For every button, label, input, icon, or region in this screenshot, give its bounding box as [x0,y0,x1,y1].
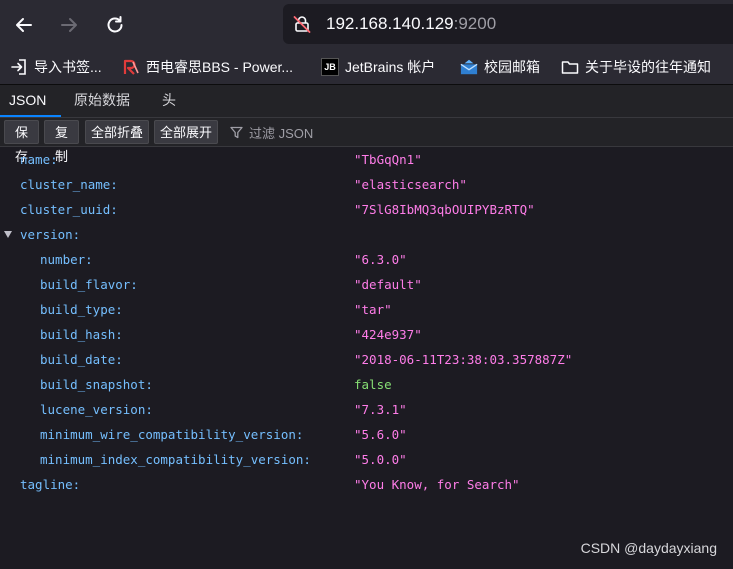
bookmark-campus-mail[interactable]: 校园邮箱 [460,56,540,78]
expand-triangle-icon[interactable] [4,231,12,238]
bookmark-label: 导入书签... [34,59,102,75]
json-key: version: [20,227,81,242]
json-value: "TbGqQn1" [354,152,422,167]
csdn-watermark: CSDN @daydayxiang [580,540,717,556]
url-text[interactable]: 192.168.140.129:9200 [326,14,496,34]
json-key: cluster_uuid: [20,202,118,217]
url-host: 192.168.140.129 [326,14,454,33]
bookmark-import[interactable]: 导入书签... [10,56,102,78]
json-row-build-snapshot[interactable]: build_snapshot: false [0,372,733,397]
insecure-lock-icon[interactable] [293,15,311,33]
json-key: minimum_index_compatibility_version: [40,452,311,467]
tab-raw-data[interactable]: 原始数据 [74,85,130,117]
jetbrains-logo-text: JB [324,62,336,72]
json-row-lucene-version[interactable]: lucene_version: "7.3.1" [0,397,733,422]
viewer-tabs: JSON 原始数据 头 [0,85,733,118]
forward-arrow-icon [61,18,77,32]
json-row-build-type[interactable]: build_type: "tar" [0,297,733,322]
collapse-all-button[interactable]: 全部折叠 [85,120,149,144]
bookmark-folder[interactable]: 关于毕设的往年通知 [561,56,711,78]
reload-icon [107,16,123,33]
json-row-min-wire-compat[interactable]: minimum_wire_compatibility_version: "5.6… [0,422,733,447]
json-row-build-hash[interactable]: build_hash: "424e937" [0,322,733,347]
json-key: build_date: [40,352,123,367]
back-arrow-icon [16,18,32,32]
json-value: "5.0.0" [354,452,407,467]
back-button[interactable] [8,9,40,41]
filter-placeholder: 过滤 JSON [249,125,314,141]
json-value: "default" [354,277,422,292]
json-row-tagline[interactable]: tagline: "You Know, for Search" [0,472,733,497]
bookmark-label: 西电睿思BBS - Power... [146,59,294,75]
url-port: :9200 [453,14,497,33]
json-key: number: [40,252,93,267]
mail-icon [460,58,478,76]
json-key: name: [20,152,58,167]
tab-json[interactable]: JSON [9,85,46,117]
json-key: minimum_wire_compatibility_version: [40,427,304,442]
json-value: "elasticsearch" [354,177,467,192]
json-key: lucene_version: [40,402,153,417]
json-key: build_flavor: [40,277,138,292]
json-row-build-date[interactable]: build_date: "2018-06-11T23:38:03.357887Z… [0,347,733,372]
json-row-name[interactable]: name: "TbGqQn1" [0,147,733,172]
json-row-cluster-name[interactable]: cluster_name: "elasticsearch" [0,172,733,197]
json-row-min-index-compat[interactable]: minimum_index_compatibility_version: "5.… [0,447,733,472]
browser-toolbar: 192.168.140.129:9200 [0,0,733,50]
url-bar[interactable]: 192.168.140.129:9200 [283,4,733,44]
json-action-bar: 保存 复制 全部折叠 全部展开 过滤 JSON [0,118,733,164]
json-value: "tar" [354,302,392,317]
bookmark-label: 校园邮箱 [484,59,540,75]
bookmark-rs-bbs[interactable]: 西电睿思BBS - Power... [122,56,293,78]
json-value: "2018-06-11T23:38:03.357887Z" [354,352,573,367]
json-value: "7SlG8IbMQ3qbOUIPYBzRTQ" [354,202,535,217]
json-value: "You Know, for Search" [354,477,520,492]
filter-json-input[interactable]: 过滤 JSON [230,120,313,144]
forward-button[interactable] [53,9,85,41]
filter-funnel-icon [230,126,243,138]
json-value: false [354,377,392,392]
tab-headers[interactable]: 头 [162,85,176,117]
json-key: tagline: [20,477,81,492]
json-key: build_type: [40,302,123,317]
bookmark-label: 关于毕设的往年通知 [585,59,711,75]
json-value: "5.6.0" [354,427,407,442]
rs-logo-icon [122,58,140,76]
expand-all-button[interactable]: 全部展开 [154,120,218,144]
active-tab-indicator [0,115,61,117]
jetbrains-logo-icon: JB [321,58,339,76]
json-value: "6.3.0" [354,252,407,267]
save-button[interactable]: 保存 [4,120,39,164]
bookmarks-bar: 导入书签... 西电睿思BBS - Power... JB JetBrains … [0,50,733,85]
json-row-build-flavor[interactable]: build_flavor: "default" [0,272,733,297]
json-row-version[interactable]: version: [0,222,733,247]
json-key: build_hash: [40,327,123,342]
json-row-number[interactable]: number: "6.3.0" [0,247,733,272]
folder-icon [561,58,579,76]
json-row-cluster-uuid[interactable]: cluster_uuid: "7SlG8IbMQ3qbOUIPYBzRTQ" [0,197,733,222]
bookmark-jetbrains[interactable]: JB JetBrains 帐户 [321,56,435,78]
copy-button[interactable]: 复制 [44,120,79,164]
json-value: "7.3.1" [354,402,407,417]
reload-button[interactable] [99,9,131,41]
bookmark-label: JetBrains 帐户 [345,59,436,75]
json-key: cluster_name: [20,177,118,192]
import-icon [10,58,28,76]
json-key: build_snapshot: [40,377,153,392]
json-value: "424e937" [354,327,422,342]
